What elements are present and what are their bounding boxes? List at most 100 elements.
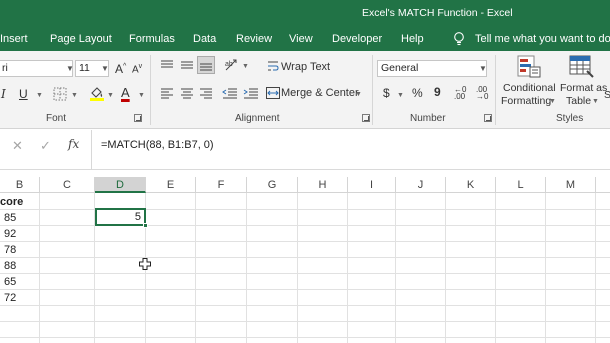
font-color-dropdown-icon[interactable]: ▼ xyxy=(138,92,145,99)
bottom-align-icon[interactable] xyxy=(197,56,215,74)
column-header-f[interactable]: F xyxy=(196,177,247,193)
worksheet-grid[interactable]: B C D E F G H I J K L M core 85 92 78 88… xyxy=(0,177,610,343)
cell-styles-label-cut[interactable]: S xyxy=(604,89,610,101)
percent-style-icon[interactable]: % xyxy=(412,86,423,100)
tab-help[interactable]: Help xyxy=(401,33,424,45)
tab-view[interactable]: View xyxy=(289,33,313,45)
number-dialog-launcher-icon[interactable] xyxy=(484,114,492,122)
align-center-icon[interactable] xyxy=(180,87,194,99)
decrease-font-size-icon[interactable]: Av xyxy=(132,63,142,75)
format-as-table-label-2[interactable]: Table xyxy=(566,95,591,107)
alignment-group-label: Alignment xyxy=(235,113,280,124)
conditional-formatting-label-1[interactable]: Conditional xyxy=(503,82,556,94)
grid-line xyxy=(0,273,610,274)
column-header-i[interactable]: I xyxy=(348,177,396,193)
borders-icon[interactable] xyxy=(53,87,67,101)
column-header-d[interactable]: D xyxy=(95,177,146,193)
format-as-table-dropdown-icon[interactable]: ▼ xyxy=(592,98,599,105)
borders-dropdown-icon[interactable]: ▼ xyxy=(71,92,78,99)
orientation-dropdown-icon[interactable]: ▼ xyxy=(242,63,249,70)
font-name-box[interactable]: ri xyxy=(0,60,73,77)
cell-select-cursor-icon xyxy=(139,258,151,270)
comma-style-icon[interactable]: 9 xyxy=(434,85,441,99)
column-header-m[interactable]: M xyxy=(546,177,596,193)
font-size-value: 11 xyxy=(79,62,90,74)
cell-b6[interactable]: 65 xyxy=(4,276,16,288)
align-left-icon[interactable] xyxy=(160,87,174,99)
number-format-box[interactable]: General xyxy=(377,60,487,77)
column-header-l[interactable]: L xyxy=(496,177,546,193)
alignment-dialog-launcher-icon[interactable] xyxy=(362,114,370,122)
font-color-icon[interactable]: A xyxy=(121,85,130,100)
format-as-table-label-1[interactable]: Format as xyxy=(560,82,607,94)
increase-decimal-icon[interactable]: ←0.00 xyxy=(454,86,466,101)
fill-color-icon[interactable] xyxy=(89,85,105,101)
decrease-indent-icon[interactable] xyxy=(222,87,238,99)
group-divider xyxy=(150,55,151,125)
decrease-decimal-icon[interactable]: .00 →0 xyxy=(476,86,488,101)
column-header-c[interactable]: C xyxy=(40,177,95,193)
accounting-format-icon[interactable]: $ xyxy=(383,86,390,100)
italic-icon[interactable]: I xyxy=(1,87,6,101)
increase-indent-icon[interactable] xyxy=(243,87,259,99)
wrap-text-button[interactable]: Wrap Text xyxy=(281,61,330,73)
column-header-b[interactable]: B xyxy=(0,177,40,193)
cell-b3[interactable]: 92 xyxy=(4,228,16,240)
tab-data[interactable]: Data xyxy=(193,33,216,45)
formula-bar: ✕ ✓ fx =MATCH(88, B1:B7, 0) xyxy=(0,130,610,170)
lightbulb-icon xyxy=(454,32,464,46)
fill-handle[interactable] xyxy=(143,223,148,228)
group-divider xyxy=(372,55,373,125)
wrap-text-icon[interactable] xyxy=(267,60,279,72)
merge-center-button[interactable]: Merge & Center xyxy=(281,87,359,99)
merge-dropdown-icon[interactable]: ▼ xyxy=(355,91,362,98)
font-name-dropdown-icon[interactable]: ▼ xyxy=(66,64,74,73)
column-header-h[interactable]: H xyxy=(298,177,348,193)
font-size-dropdown-icon[interactable]: ▼ xyxy=(101,64,109,73)
tab-formulas[interactable]: Formulas xyxy=(129,33,175,45)
number-group-label: Number xyxy=(410,113,446,124)
grid-line xyxy=(0,209,610,210)
active-cell-d2[interactable]: 5 xyxy=(95,208,148,228)
svg-text:ab: ab xyxy=(225,61,233,68)
font-dialog-launcher-icon[interactable] xyxy=(134,114,142,122)
cell-b7[interactable]: 72 xyxy=(4,292,16,304)
underline-dropdown-icon[interactable]: ▼ xyxy=(36,92,43,99)
insert-function-icon[interactable]: fx xyxy=(68,137,79,151)
cell-b1[interactable]: core xyxy=(0,196,23,208)
tab-insert[interactable]: Insert xyxy=(0,33,28,45)
accounting-dropdown-icon[interactable]: ▼ xyxy=(397,92,404,99)
window-title: Excel's MATCH Function - Excel xyxy=(362,7,513,19)
cell-b4[interactable]: 78 xyxy=(4,244,16,256)
tab-review[interactable]: Review xyxy=(236,33,272,45)
tab-page-layout[interactable]: Page Layout xyxy=(50,33,112,45)
align-right-icon[interactable] xyxy=(199,87,213,99)
conditional-formatting-dropdown-icon[interactable]: ▼ xyxy=(549,98,556,105)
group-divider xyxy=(495,55,496,125)
formula-buttons: ✕ ✓ fx xyxy=(0,130,92,170)
column-header-g[interactable]: G xyxy=(247,177,298,193)
cancel-icon[interactable]: ✕ xyxy=(12,138,23,154)
formula-input[interactable]: =MATCH(88, B1:B7, 0) xyxy=(101,139,214,151)
column-header-partial[interactable] xyxy=(596,177,610,193)
top-align-icon[interactable] xyxy=(160,59,174,71)
column-header-j[interactable]: J xyxy=(396,177,446,193)
underline-icon[interactable]: U xyxy=(19,87,28,101)
cell-b5[interactable]: 88 xyxy=(4,260,16,272)
column-header-k[interactable]: K xyxy=(446,177,496,193)
middle-align-icon[interactable] xyxy=(180,59,194,71)
cell-b2[interactable]: 85 xyxy=(4,212,16,224)
enter-check-icon[interactable]: ✓ xyxy=(40,138,51,154)
conditional-formatting-label-2[interactable]: Formatting xyxy=(501,95,551,107)
tab-developer[interactable]: Developer xyxy=(332,33,382,45)
format-as-table-icon[interactable] xyxy=(569,55,595,79)
font-group-label: Font xyxy=(46,113,67,124)
increase-font-size-icon[interactable]: A^ xyxy=(115,62,126,76)
column-header-e[interactable]: E xyxy=(146,177,196,193)
fill-color-dropdown-icon[interactable]: ▼ xyxy=(107,92,114,99)
conditional-formatting-icon[interactable] xyxy=(517,55,541,79)
grid-line xyxy=(0,257,610,258)
orientation-icon[interactable]: ab xyxy=(224,58,240,72)
merge-center-icon[interactable] xyxy=(266,87,280,99)
number-format-dropdown-icon[interactable]: ▼ xyxy=(479,64,487,73)
